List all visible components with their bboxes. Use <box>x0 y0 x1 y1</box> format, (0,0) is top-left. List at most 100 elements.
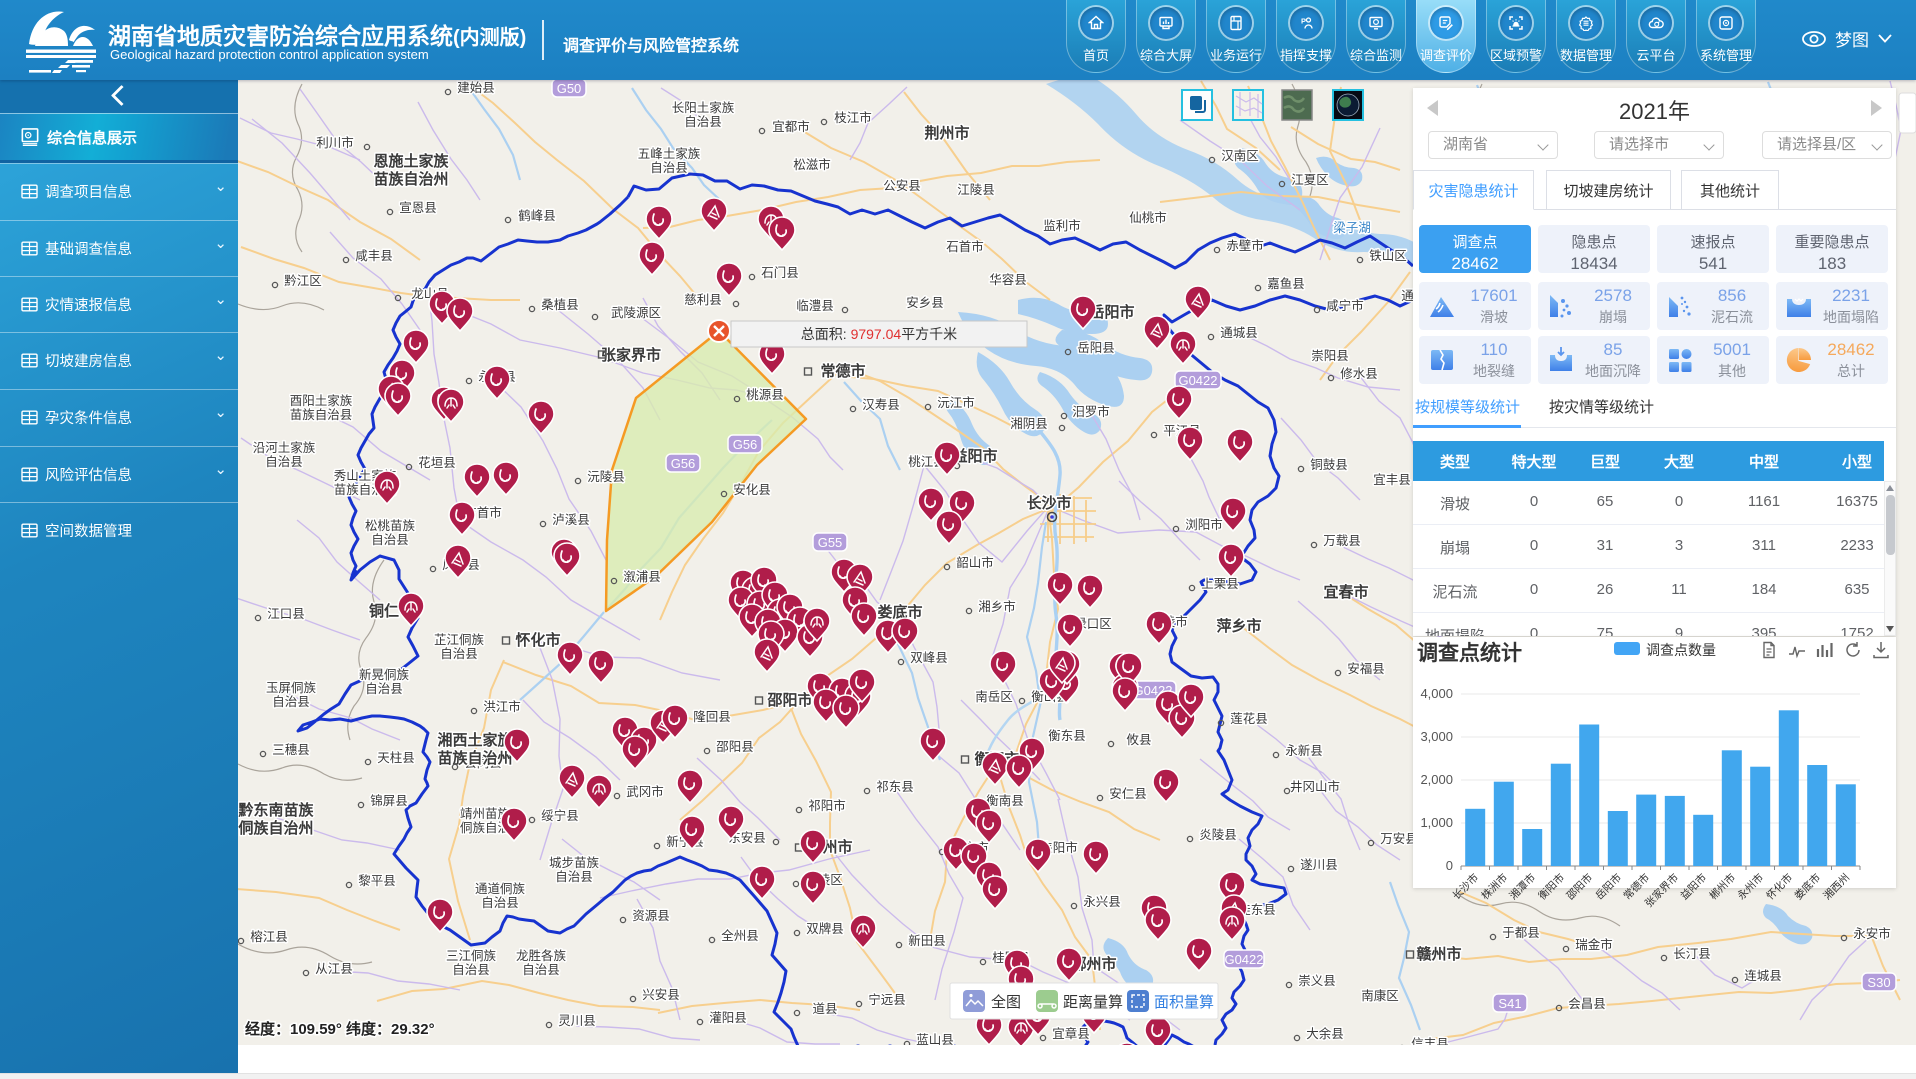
svg-text:宁远县: 宁远县 <box>868 992 906 1007</box>
svg-text:双峰县: 双峰县 <box>910 651 948 665</box>
svg-text:自治县: 自治县 <box>522 963 560 977</box>
svg-text:临澧县: 临澧县 <box>796 299 834 313</box>
svg-text:邵阳市: 邵阳市 <box>1564 871 1595 902</box>
svg-text:自治县: 自治县 <box>555 870 593 884</box>
svg-text:安乡县: 安乡县 <box>906 295 944 310</box>
svg-text:自治县: 自治县 <box>452 963 490 977</box>
svg-text:咸丰县: 咸丰县 <box>355 249 393 263</box>
svg-text:桃源县: 桃源县 <box>746 387 784 402</box>
svg-text:灌阳县: 灌阳县 <box>709 1011 747 1025</box>
svg-text:慈利县: 慈利县 <box>684 292 722 307</box>
svg-text:湘阴县: 湘阴县 <box>1010 416 1048 431</box>
svg-text:自治县: 自治县 <box>272 695 310 709</box>
svg-text:宜春市: 宜春市 <box>1323 583 1368 601</box>
svg-text:锦屏县: 锦屏县 <box>370 794 408 808</box>
svg-text:祁阳市: 祁阳市 <box>808 798 846 813</box>
svg-text:衡南县: 衡南县 <box>986 793 1024 808</box>
svg-text:江夏区: 江夏区 <box>1291 173 1329 187</box>
svg-text:自治县: 自治县 <box>481 896 519 910</box>
svg-text:郴州市: 郴州市 <box>1707 871 1738 902</box>
svg-text:自治县: 自治县 <box>440 647 478 661</box>
svg-text:宜丰县: 宜丰县 <box>1373 472 1411 487</box>
svg-text:隆回县: 隆回县 <box>693 709 731 724</box>
svg-text:沅江市: 沅江市 <box>937 395 975 410</box>
svg-text:武陵源区: 武陵源区 <box>611 306 661 320</box>
svg-text:五峰土家族: 五峰土家族 <box>638 146 701 161</box>
svg-text:韶山市: 韶山市 <box>956 555 994 570</box>
svg-text:道县: 道县 <box>812 1002 837 1016</box>
svg-text:0: 0 <box>1446 858 1453 873</box>
svg-text:监利市: 监利市 <box>1043 218 1081 233</box>
svg-text:会昌县: 会昌县 <box>1568 997 1606 1011</box>
svg-text:玉屏侗族: 玉屏侗族 <box>266 681 317 695</box>
svg-text:通道侗族: 通道侗族 <box>475 882 526 896</box>
svg-text:公安县: 公安县 <box>883 178 921 193</box>
svg-text:祁东县: 祁东县 <box>876 779 914 794</box>
svg-text:崇义县: 崇义县 <box>1298 974 1336 988</box>
svg-text:宜都市: 宜都市 <box>772 119 810 134</box>
svg-text:绥宁县: 绥宁县 <box>541 808 579 823</box>
svg-text:榕江县: 榕江县 <box>250 929 288 944</box>
svg-text:南康区: 南康区 <box>1361 988 1399 1003</box>
svg-text:大余县: 大余县 <box>1306 1026 1344 1041</box>
svg-text:长阳土家族: 长阳土家族 <box>672 100 735 115</box>
svg-text:连城县: 连城县 <box>1744 968 1782 983</box>
svg-text:遂川县: 遂川县 <box>1300 858 1338 872</box>
svg-text:洪江市: 洪江市 <box>483 699 521 714</box>
svg-text:G56: G56 <box>733 437 758 452</box>
svg-text:G0422: G0422 <box>1224 952 1263 967</box>
svg-text:娄底市: 娄底市 <box>1792 871 1823 902</box>
svg-text:铁山区: 铁山区 <box>1369 249 1407 263</box>
svg-text:双牌县: 双牌县 <box>806 921 844 936</box>
svg-text:花垣县: 花垣县 <box>418 455 456 470</box>
svg-text:长汀县: 长汀县 <box>1673 947 1711 961</box>
svg-text:攸县: 攸县 <box>1126 732 1151 747</box>
svg-text:沅陵县: 沅陵县 <box>587 470 625 484</box>
svg-text:永安市: 永安市 <box>1853 926 1891 941</box>
svg-text:莲花县: 莲花县 <box>1230 711 1268 726</box>
svg-text:3,000: 3,000 <box>1420 729 1453 744</box>
svg-text:侗族自治州: 侗族自治州 <box>238 819 314 837</box>
svg-text:4,000: 4,000 <box>1420 686 1453 701</box>
svg-text:石首市: 石首市 <box>946 239 984 254</box>
svg-text:1,000: 1,000 <box>1420 815 1453 830</box>
svg-text:利川市: 利川市 <box>316 135 354 150</box>
svg-text:天柱县: 天柱县 <box>377 750 415 765</box>
svg-text:浏阳市: 浏阳市 <box>1185 517 1223 532</box>
svg-text:松桃苗族: 松桃苗族 <box>365 518 416 533</box>
svg-text:永兴县: 永兴县 <box>1083 895 1121 909</box>
svg-text:自治县: 自治县 <box>650 161 688 175</box>
svg-text:邵阳市: 邵阳市 <box>766 691 812 709</box>
svg-text:全州县: 全州县 <box>721 928 759 943</box>
svg-text:于都县: 于都县 <box>1502 926 1540 940</box>
svg-text:芷江侗族: 芷江侗族 <box>434 633 485 647</box>
svg-text:修水县: 修水县 <box>1340 366 1378 381</box>
svg-text:苗族自治州: 苗族自治州 <box>437 749 512 767</box>
svg-text:苗族自治州: 苗族自治州 <box>373 170 448 188</box>
svg-text:张家界市: 张家界市 <box>601 346 661 364</box>
svg-text:蓝山县: 蓝山县 <box>916 1033 954 1045</box>
svg-text:武冈市: 武冈市 <box>626 784 664 799</box>
svg-text:三江侗族: 三江侗族 <box>446 949 497 963</box>
svg-text:酉阳土家族: 酉阳土家族 <box>290 393 353 408</box>
svg-text:G0422: G0422 <box>1178 373 1217 388</box>
svg-text:江口县: 江口县 <box>267 607 305 621</box>
svg-text:城步苗族: 城步苗族 <box>549 856 600 870</box>
svg-text:岳阳县: 岳阳县 <box>1077 341 1115 355</box>
svg-text:崇阳县: 崇阳县 <box>1311 349 1349 363</box>
svg-text:宣恩县: 宣恩县 <box>399 200 437 215</box>
svg-text:溆浦县: 溆浦县 <box>623 570 661 584</box>
svg-text:黎平县: 黎平县 <box>358 874 396 888</box>
svg-text:黔江区: 黔江区 <box>284 273 322 288</box>
svg-text:汉南区: 汉南区 <box>1221 148 1259 163</box>
svg-text:常德市: 常德市 <box>820 362 865 380</box>
svg-text:资源县: 资源县 <box>632 909 670 923</box>
svg-text:G55: G55 <box>818 535 843 550</box>
svg-text:泸溪县: 泸溪县 <box>552 513 590 527</box>
svg-text:龙胜各族: 龙胜各族 <box>516 948 567 963</box>
svg-text:衡阳市: 衡阳市 <box>1536 871 1567 902</box>
svg-text:上栗县: 上栗县 <box>1201 577 1239 591</box>
svg-text:汉寿县: 汉寿县 <box>862 398 900 412</box>
svg-text:仙桃市: 仙桃市 <box>1129 210 1167 225</box>
svg-text:益阳市: 益阳市 <box>1678 871 1709 902</box>
